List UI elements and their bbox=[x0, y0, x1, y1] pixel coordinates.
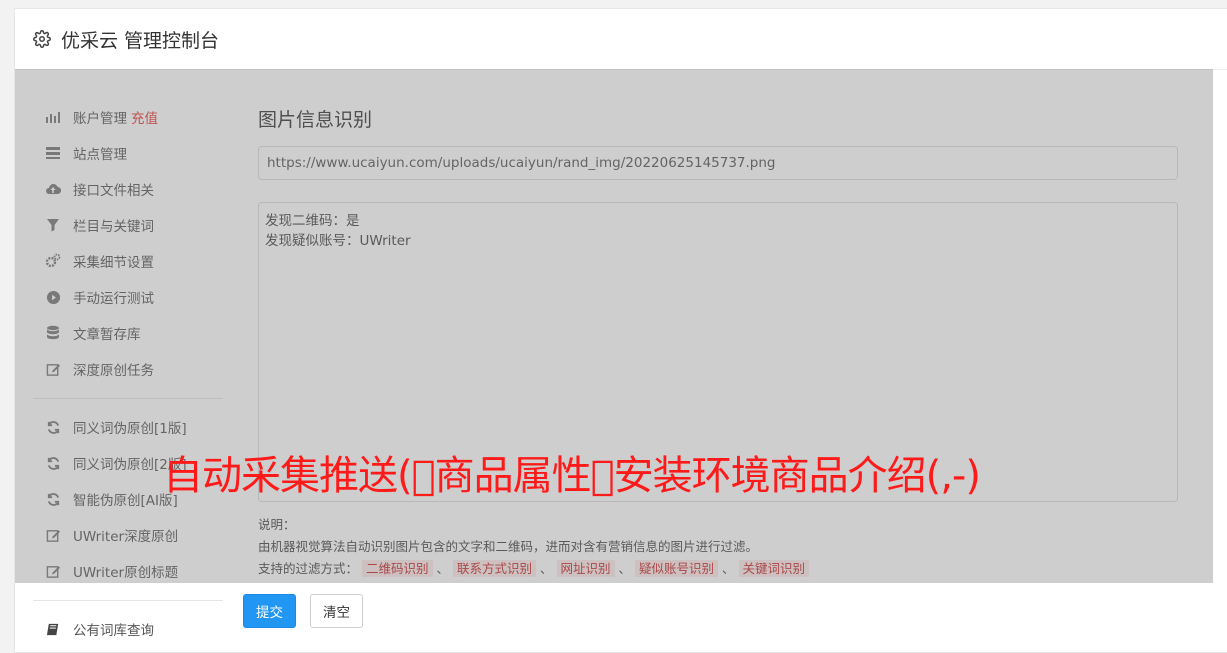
header-bar: 优采云 管理控制台 bbox=[15, 9, 1227, 70]
watermark-text: 自动采集推送(￿商品属性￿安装环境商品介绍(,-) bbox=[163, 453, 981, 499]
page-frame: 优采云 管理控制台 账户管理 充值 站点管理 接口文件相关 栏目与关键词 采集细… bbox=[0, 0, 1227, 653]
action-buttons: 提交 清空 bbox=[243, 594, 363, 628]
book-icon bbox=[45, 621, 61, 637]
sidebar-divider bbox=[33, 600, 223, 601]
submit-button[interactable]: 提交 bbox=[243, 594, 296, 628]
clear-button[interactable]: 清空 bbox=[310, 594, 363, 628]
modal-overlay bbox=[15, 69, 1213, 583]
sidebar-item-label: 公有词库查询 bbox=[73, 623, 154, 639]
page-header-title: 优采云 管理控制台 bbox=[61, 29, 220, 52]
gear-icon bbox=[33, 30, 51, 48]
sidebar-item-public-lexicon[interactable]: 公有词库查询 bbox=[33, 611, 223, 647]
